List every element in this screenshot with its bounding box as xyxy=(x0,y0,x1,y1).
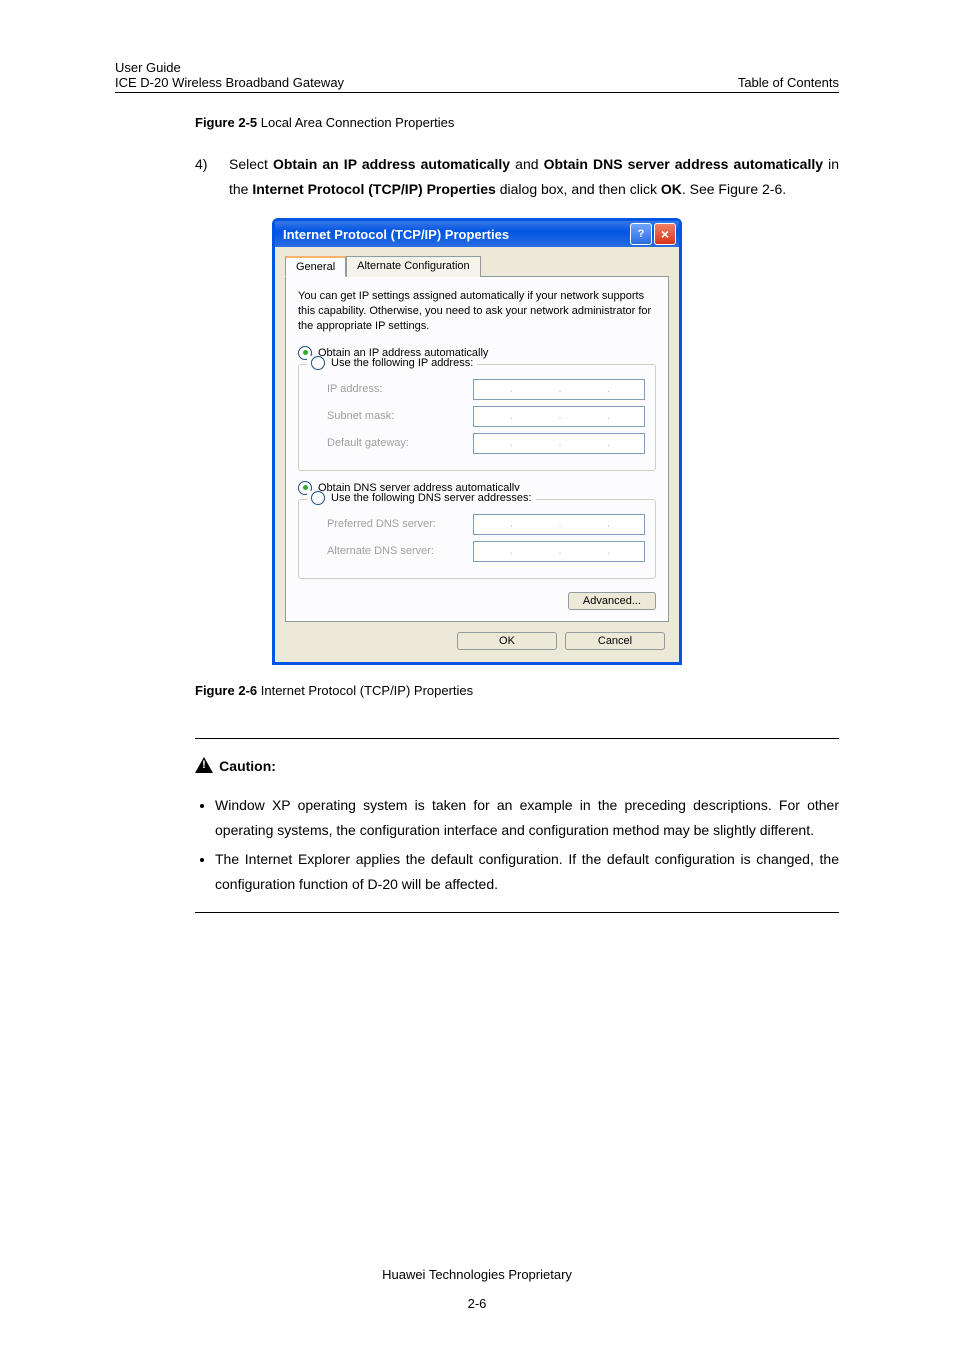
label-subnet-mask: Subnet mask: xyxy=(309,410,394,422)
caution-heading: Caution: xyxy=(195,757,839,775)
t: Select xyxy=(229,156,273,172)
t: Obtain an IP address automatically xyxy=(273,156,510,172)
t: dialog box, and then click xyxy=(496,181,661,197)
t: Obtain DNS server address automatically xyxy=(544,156,823,172)
label-preferred-dns: Preferred DNS server: xyxy=(309,518,436,530)
group-use-ip: Use the following IP address: IP address… xyxy=(298,364,656,471)
dialog-description: You can get IP settings assigned automat… xyxy=(298,289,656,334)
radio-icon xyxy=(311,356,325,370)
radio-use-following-dns[interactable]: Use the following DNS server addresses: xyxy=(307,491,536,505)
header-right: Table of Contents xyxy=(738,75,839,90)
t: . See Figure 2-6. xyxy=(682,181,786,197)
t: OK xyxy=(661,181,682,197)
caution-bullet-2: The Internet Explorer applies the defaul… xyxy=(215,847,839,897)
titlebar-text: Internet Protocol (TCP/IP) Properties xyxy=(283,227,509,242)
header-line2: ICE D-20 Wireless Broadband Gateway xyxy=(115,75,344,90)
caution-bullet-1: Window XP operating system is taken for … xyxy=(215,793,839,843)
tab-pane-general: You can get IP settings assigned automat… xyxy=(285,277,669,622)
figure-2-6-caption: Figure 2-6 Internet Protocol (TCP/IP) Pr… xyxy=(195,683,839,698)
titlebar[interactable]: Internet Protocol (TCP/IP) Properties ? … xyxy=(275,221,679,247)
figure-2-5-text: Local Area Connection Properties xyxy=(257,115,454,130)
page-footer: Huawei Technologies Proprietary 2-6 xyxy=(0,1267,954,1311)
figure-2-5-caption: Figure 2-5 Local Area Connection Propert… xyxy=(195,115,839,130)
ok-button[interactable]: OK xyxy=(457,632,557,650)
alternate-dns-field[interactable]: ... xyxy=(473,541,645,562)
divider xyxy=(195,738,839,739)
t: Internet Protocol (TCP/IP) Properties xyxy=(252,181,495,197)
caution-label: Caution: xyxy=(219,758,276,774)
label-default-gateway: Default gateway: xyxy=(309,437,409,449)
tab-strip: General Alternate Configuration xyxy=(285,255,669,277)
group-use-dns: Use the following DNS server addresses: … xyxy=(298,499,656,579)
radio-use-following-ip[interactable]: Use the following IP address: xyxy=(307,356,477,370)
figure-2-5-label: Figure 2-5 xyxy=(195,115,257,130)
caution-icon xyxy=(195,757,213,773)
preferred-dns-field[interactable]: ... xyxy=(473,514,645,535)
label-ip-address: IP address: xyxy=(309,383,382,395)
figure-2-6-text: Internet Protocol (TCP/IP) Properties xyxy=(257,683,473,698)
divider xyxy=(195,912,839,913)
caution-list: Window XP operating system is taken for … xyxy=(195,793,839,898)
advanced-button[interactable]: Advanced... xyxy=(568,592,656,610)
ip-address-field[interactable]: ... xyxy=(473,379,645,400)
step-4-number: 4) xyxy=(195,152,229,202)
default-gateway-field[interactable]: ... xyxy=(473,433,645,454)
close-icon[interactable]: × xyxy=(654,223,676,245)
radio-icon xyxy=(311,491,325,505)
tab-general[interactable]: General xyxy=(285,256,346,277)
label-alternate-dns: Alternate DNS server: xyxy=(309,545,434,557)
header-line1: User Guide xyxy=(115,60,344,75)
t: and xyxy=(510,156,544,172)
tab-alternate-configuration[interactable]: Alternate Configuration xyxy=(346,256,481,277)
step-4: 4) Select Obtain an IP address automatic… xyxy=(195,152,839,202)
radio-label: Use the following DNS server addresses: xyxy=(331,492,532,504)
help-icon[interactable]: ? xyxy=(630,223,652,245)
subnet-mask-field[interactable]: ... xyxy=(473,406,645,427)
step-4-body: Select Obtain an IP address automaticall… xyxy=(229,152,839,202)
page-header: User Guide ICE D-20 Wireless Broadband G… xyxy=(115,60,839,93)
footer-line1: Huawei Technologies Proprietary xyxy=(0,1267,954,1282)
figure-2-6-label: Figure 2-6 xyxy=(195,683,257,698)
cancel-button[interactable]: Cancel xyxy=(565,632,665,650)
radio-label: Use the following IP address: xyxy=(331,357,473,369)
tcpip-properties-dialog: Internet Protocol (TCP/IP) Properties ? … xyxy=(272,218,682,665)
footer-page-number: 2-6 xyxy=(0,1296,954,1311)
